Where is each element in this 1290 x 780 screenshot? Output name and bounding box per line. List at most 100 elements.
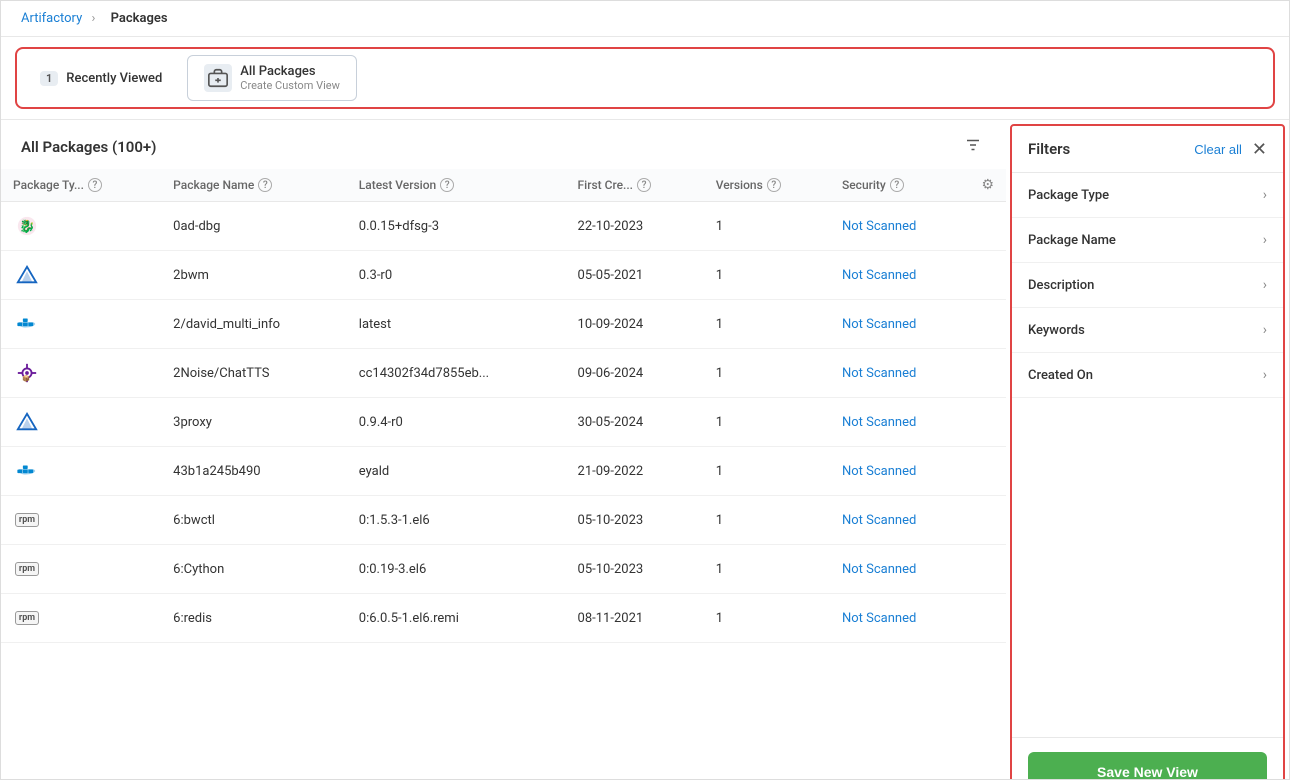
tab-all-packages[interactable]: All Packages Create Custom View — [187, 55, 357, 101]
filter-item-description[interactable]: Description › — [1012, 263, 1283, 308]
row-created-7: 05-10-2023 — [566, 545, 704, 594]
col-package-type: Package Ty... ? — [1, 169, 161, 202]
row-version-6: 0:1.5.3-1.el6 — [347, 496, 566, 545]
filter-item-label-package-type: Package Type — [1028, 188, 1109, 203]
row-created-0: 22-10-2023 — [566, 202, 704, 251]
save-new-view-button[interactable]: Save New View — [1028, 752, 1267, 780]
all-packages-text: All Packages Create Custom View — [240, 64, 340, 92]
chevron-right-icon-created-on: › — [1263, 367, 1267, 383]
filter-item-created-on[interactable]: Created On › — [1012, 353, 1283, 398]
main-content: All Packages (100+) Pac — [1, 120, 1289, 780]
info-icon-version[interactable]: ? — [440, 178, 454, 192]
clear-all-button[interactable]: Clear all — [1194, 142, 1242, 157]
row-versions-1: 1 — [704, 251, 830, 300]
filter-item-package-type[interactable]: Package Type › — [1012, 173, 1283, 218]
row-security-6: Not Scanned — [830, 496, 969, 545]
row-versions-2: 1 — [704, 300, 830, 349]
table-row[interactable]: 📦 2Noise/ChatTTS cc14302f34d7855eb... 09… — [1, 349, 1006, 398]
row-versions-3: 1 — [704, 349, 830, 398]
col-settings: ⚙ — [969, 169, 1006, 202]
row-security-5: Not Scanned — [830, 447, 969, 496]
table-row[interactable]: rpm 6:Cython 0:0.19-3.el6 05-10-2023 1 N… — [1, 545, 1006, 594]
all-packages-sublabel: Create Custom View — [240, 79, 340, 92]
row-versions-5: 1 — [704, 447, 830, 496]
table-title: All Packages (100+) — [21, 138, 156, 156]
row-versions-8: 1 — [704, 594, 830, 643]
row-icon-8: rpm — [1, 594, 161, 643]
row-created-8: 08-11-2021 — [566, 594, 704, 643]
column-settings-icon[interactable]: ⚙ — [981, 177, 994, 193]
row-settings-3 — [969, 349, 1006, 398]
filter-item-label-keywords: Keywords — [1028, 323, 1085, 338]
packages-table: Package Ty... ? Package Name ? — [1, 169, 1006, 643]
row-created-3: 09-06-2024 — [566, 349, 704, 398]
breadcrumb-separator: › — [91, 11, 95, 26]
table-row[interactable]: 🐉 0ad-dbg 0.0.15+dfsg-3 22-10-2023 1 Not… — [1, 202, 1006, 251]
row-security-8: Not Scanned — [830, 594, 969, 643]
col-latest-version: Latest Version ? — [347, 169, 566, 202]
table-row[interactable]: 43b1a245b490 eyald 21-09-2022 1 Not Scan… — [1, 447, 1006, 496]
chevron-right-icon-description: › — [1263, 277, 1267, 293]
col-package-name: Package Name ? — [161, 169, 347, 202]
row-version-4: 0.9.4-r0 — [347, 398, 566, 447]
row-settings-6 — [969, 496, 1006, 545]
close-filter-button[interactable]: ✕ — [1252, 140, 1267, 158]
info-icon-created[interactable]: ? — [637, 178, 651, 192]
row-security-3: Not Scanned — [830, 349, 969, 398]
row-version-2: latest — [347, 300, 566, 349]
info-icon-versions[interactable]: ? — [767, 178, 781, 192]
table-row[interactable]: 2/david_multi_info latest 10-09-2024 1 N… — [1, 300, 1006, 349]
filter-item-keywords[interactable]: Keywords › — [1012, 308, 1283, 353]
table-row[interactable]: 3proxy 0.9.4-r0 30-05-2024 1 Not Scanned — [1, 398, 1006, 447]
filter-toggle-button[interactable] — [960, 132, 986, 161]
row-icon-4 — [1, 398, 161, 447]
filter-items-list: Package Type › Package Name › Descriptio… — [1012, 173, 1283, 737]
breadcrumb-parent[interactable]: Artifactory — [21, 11, 82, 26]
chevron-right-icon-keywords: › — [1263, 322, 1267, 338]
info-icon-name[interactable]: ? — [258, 178, 272, 192]
col-security: Security ? — [830, 169, 969, 202]
table-area: All Packages (100+) Pac — [1, 120, 1006, 780]
row-version-5: eyald — [347, 447, 566, 496]
row-icon-0: 🐉 — [1, 202, 161, 251]
row-icon-6: rpm — [1, 496, 161, 545]
col-first-created: First Cre... ? — [566, 169, 704, 202]
row-name-6: 6:bwctl — [161, 496, 347, 545]
row-settings-1 — [969, 251, 1006, 300]
table-scroll: Package Ty... ? Package Name ? — [1, 169, 1006, 780]
row-settings-4 — [969, 398, 1006, 447]
row-version-1: 0.3-r0 — [347, 251, 566, 300]
table-row[interactable]: rpm 6:bwctl 0:1.5.3-1.el6 05-10-2023 1 N… — [1, 496, 1006, 545]
info-icon-security[interactable]: ? — [890, 178, 904, 192]
row-version-0: 0.0.15+dfsg-3 — [347, 202, 566, 251]
info-icon-type[interactable]: ? — [88, 178, 102, 192]
row-name-8: 6:redis — [161, 594, 347, 643]
table-row[interactable]: rpm 6:redis 0:6.0.5-1.el6.remi 08-11-202… — [1, 594, 1006, 643]
row-versions-0: 1 — [704, 202, 830, 251]
svg-text:🐉: 🐉 — [19, 219, 35, 235]
svg-text:📦: 📦 — [22, 374, 30, 382]
row-created-6: 05-10-2023 — [566, 496, 704, 545]
row-versions-6: 1 — [704, 496, 830, 545]
row-created-2: 10-09-2024 — [566, 300, 704, 349]
row-created-1: 05-05-2021 — [566, 251, 704, 300]
row-version-7: 0:0.19-3.el6 — [347, 545, 566, 594]
row-settings-8 — [969, 594, 1006, 643]
filter-item-package-name[interactable]: Package Name › — [1012, 218, 1283, 263]
row-name-2: 2/david_multi_info — [161, 300, 347, 349]
col-versions: Versions ? — [704, 169, 830, 202]
table-row[interactable]: 2bwm 0.3-r0 05-05-2021 1 Not Scanned — [1, 251, 1006, 300]
row-version-8: 0:6.0.5-1.el6.remi — [347, 594, 566, 643]
tab-recently-viewed[interactable]: 1 Recently Viewed — [23, 55, 179, 101]
recently-viewed-label: Recently Viewed — [66, 71, 162, 86]
row-versions-7: 1 — [704, 545, 830, 594]
row-icon-5 — [1, 447, 161, 496]
row-settings-7 — [969, 545, 1006, 594]
filter-actions: Clear all ✕ — [1194, 140, 1267, 158]
row-name-5: 43b1a245b490 — [161, 447, 347, 496]
chevron-right-icon-package-name: › — [1263, 232, 1267, 248]
filter-item-label-created-on: Created On — [1028, 368, 1093, 383]
row-icon-3: 📦 — [1, 349, 161, 398]
filter-panel: Filters Clear all ✕ Package Type › Packa… — [1010, 124, 1285, 780]
row-settings-2 — [969, 300, 1006, 349]
